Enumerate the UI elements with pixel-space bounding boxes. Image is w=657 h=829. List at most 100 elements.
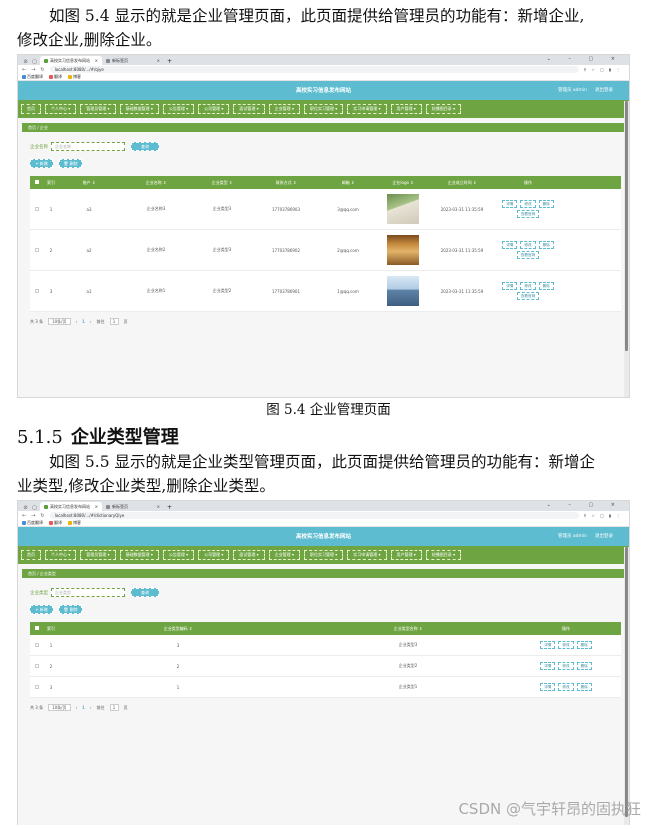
bookmark[interactable]: 博客: [68, 74, 81, 80]
enterprise-type-input[interactable]: 企业类型: [51, 588, 125, 597]
page-size-select[interactable]: 10条/页: [48, 318, 71, 325]
menu-item[interactable]: 用户管理 ▾: [390, 104, 422, 114]
edit-button[interactable]: 修改: [520, 200, 536, 208]
column-header[interactable]: 联系方式 ⇕: [252, 180, 320, 186]
browser-tools-icons[interactable]: ⚲☆▢▮⋮: [584, 67, 626, 72]
row-delete-button[interactable]: 删除: [538, 241, 554, 249]
logout-link[interactable]: 退出登录: [595, 534, 613, 539]
column-header[interactable]: 邮箱 ⇕: [320, 180, 376, 186]
edit-button[interactable]: 修改: [558, 683, 574, 691]
menu-item[interactable]: 公司管理 ▾: [198, 104, 230, 114]
table-row[interactable]: 2 2 企业类型2 详情 修改 删除: [30, 656, 621, 677]
detail-button[interactable]: 详情: [502, 200, 518, 208]
menu-item[interactable]: 职位实习管理 ▾: [303, 104, 344, 114]
add-button[interactable]: + 新增: [30, 159, 53, 168]
url-field[interactable]: localhost:8080/.../#/dictionaryQiye: [49, 512, 579, 519]
window-controls[interactable]: ⌄ – ▢ ×: [547, 56, 623, 62]
column-header[interactable]: 企业名称 ⇕: [120, 180, 192, 186]
page-number[interactable]: 1: [82, 319, 85, 324]
delete-button[interactable]: 🗑 删除: [59, 159, 82, 168]
new-tab-button[interactable]: +: [167, 504, 172, 511]
goto-input[interactable]: 1: [109, 318, 119, 325]
view-website-button[interactable]: 查看官网: [516, 251, 540, 259]
query-button[interactable]: 查询: [131, 142, 159, 151]
menu-item[interactable]: 公告管理 ▾: [162, 104, 195, 114]
menu-item[interactable]: 面试管理 ▾: [233, 104, 265, 114]
menu-item[interactable]: 首页: [21, 104, 41, 114]
query-button[interactable]: 查询: [131, 588, 159, 597]
menu-item[interactable]: 基础数据管理 ▾: [119, 550, 159, 560]
table-row[interactable]: 1 3 企业类型3 详情 修改 删除: [30, 635, 621, 656]
detail-button[interactable]: 详情: [502, 282, 518, 290]
tab-list-icon[interactable]: ▢: [31, 504, 38, 511]
next-page-icon[interactable]: ›: [90, 319, 92, 324]
detail-button[interactable]: 详情: [502, 241, 518, 249]
close-icon[interactable]: ×: [95, 502, 98, 511]
reload-icon[interactable]: ↻: [40, 513, 44, 519]
back-icon[interactable]: ←: [22, 513, 26, 519]
table-row[interactable]: 3 a1 企业名称1 企业类型2 17703786901 1@qq.com 2023-03-…: [30, 271, 621, 312]
browser-tools-icons[interactable]: ⚲☆▢▮⋮: [584, 513, 626, 518]
row-delete-button[interactable]: 删除: [576, 662, 592, 670]
menu-item[interactable]: 轮播图目录 ▾: [425, 104, 462, 114]
scrollbar[interactable]: [624, 101, 629, 397]
edit-button[interactable]: 修改: [520, 282, 536, 290]
detail-button[interactable]: 详情: [540, 641, 556, 649]
row-delete-button[interactable]: 删除: [576, 683, 592, 691]
browser-tab-active[interactable]: 高校实习信息发布网站 ×: [40, 502, 102, 511]
row-checkbox[interactable]: [35, 642, 39, 647]
menu-item[interactable]: 个人中心 ▾: [45, 550, 77, 560]
menu-item[interactable]: 管理员管理 ▾: [80, 104, 116, 114]
new-tab-button[interactable]: +: [167, 58, 172, 65]
tab-search-icon[interactable]: ⊘: [22, 58, 29, 65]
prev-page-icon[interactable]: ‹: [76, 319, 78, 324]
menu-item[interactable]: 实习申请管理 ▾: [347, 550, 387, 560]
menu-item[interactable]: 公告管理 ▾: [162, 550, 195, 560]
column-header[interactable]: 企业类型编码 ⇕: [58, 626, 298, 632]
back-icon[interactable]: ←: [22, 67, 26, 73]
column-header[interactable]: 索引: [44, 626, 58, 632]
prev-page-icon[interactable]: ‹: [76, 705, 78, 710]
menu-item[interactable]: 面试管理 ▾: [233, 550, 265, 560]
column-header[interactable]: 企业成立时间 ⇕: [430, 180, 494, 186]
add-button[interactable]: + 新增: [30, 605, 53, 614]
bookmark[interactable]: 翻译: [49, 74, 62, 80]
edit-button[interactable]: 修改: [558, 641, 574, 649]
detail-button[interactable]: 详情: [540, 662, 556, 670]
scrollbar[interactable]: [624, 547, 629, 825]
browser-tab[interactable]: 新标签页 ×: [102, 502, 164, 511]
select-all-checkbox[interactable]: [35, 180, 39, 184]
next-page-icon[interactable]: ›: [90, 705, 92, 710]
delete-button[interactable]: 🗑 删除: [59, 605, 82, 614]
select-all-checkbox[interactable]: [35, 626, 39, 630]
row-delete-button[interactable]: 删除: [538, 200, 554, 208]
window-controls[interactable]: ⌄ – ▢ ×: [547, 502, 623, 508]
goto-input[interactable]: 1: [109, 704, 119, 711]
menu-item[interactable]: 个人中心 ▾: [45, 104, 77, 114]
menu-item[interactable]: 用户管理 ▾: [390, 550, 422, 560]
menu-item[interactable]: 企业管理 ▾: [268, 550, 300, 560]
tab-search-icon[interactable]: ⊘: [22, 504, 29, 511]
forward-icon[interactable]: →: [31, 513, 35, 519]
enterprise-name-input[interactable]: 企业名称: [51, 142, 125, 151]
row-checkbox[interactable]: [35, 684, 39, 689]
logout-link[interactable]: 退出登录: [595, 88, 613, 93]
menu-item[interactable]: 管理员管理 ▾: [80, 550, 116, 560]
column-header[interactable]: 企业logo ⇕: [376, 180, 430, 186]
browser-tab-active[interactable]: 高校实习信息发布网站 ×: [40, 56, 102, 65]
row-checkbox[interactable]: [35, 206, 39, 211]
edit-button[interactable]: 修改: [520, 241, 536, 249]
menu-item[interactable]: 企业管理 ▾: [268, 104, 300, 114]
column-header[interactable]: 操作: [518, 626, 614, 632]
table-row[interactable]: 1 a3 企业名称3 企业类型3 17703786903 3@qq.com 2023-03-…: [30, 189, 621, 230]
page-size-select[interactable]: 10条/页: [48, 704, 71, 711]
menu-item[interactable]: 职位实习管理 ▾: [303, 550, 344, 560]
column-header[interactable]: 企业类型名称 ⇕: [298, 626, 518, 632]
column-header[interactable]: 索引: [44, 180, 58, 186]
table-row[interactable]: 3 1 企业类型1 详情 修改 删除: [30, 677, 621, 698]
row-checkbox[interactable]: [35, 663, 39, 668]
menu-item[interactable]: 轮播图目录 ▾: [425, 550, 462, 560]
browser-tab[interactable]: 新标签页 ×: [102, 56, 164, 65]
row-delete-button[interactable]: 删除: [538, 282, 554, 290]
view-website-button[interactable]: 查看官网: [516, 210, 540, 218]
